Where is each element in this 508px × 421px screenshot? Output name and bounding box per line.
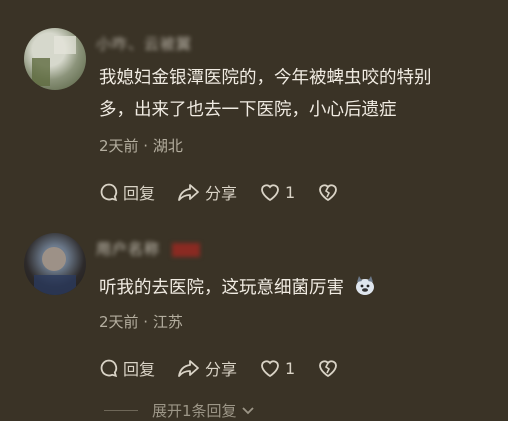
divider <box>104 410 138 411</box>
share-button[interactable]: 分享 <box>177 356 237 380</box>
comment-icon <box>100 359 118 378</box>
dog-emoji-icon <box>354 275 376 295</box>
heart-icon <box>261 360 279 378</box>
chevron-down-icon <box>241 406 254 414</box>
comment-actions: 回复 分享 1 <box>99 356 365 380</box>
comment-item: 用户名称 听我的去医院，这玩意细菌厉害 2天前 · 江苏 回复 分享 1 <box>0 0 508 418</box>
like-count: 1 <box>285 358 296 378</box>
share-icon <box>178 360 199 377</box>
like-button[interactable]: 1 <box>259 358 295 378</box>
comment-text: 听我的去医院，这玩意细菌厉害 <box>99 272 494 304</box>
dislike-button[interactable] <box>317 358 343 378</box>
comment-meta: 2天前 · 江苏 <box>99 313 183 331</box>
username[interactable]: 用户名称 <box>96 238 236 258</box>
avatar[interactable] <box>24 233 86 295</box>
reply-button[interactable]: 回复 <box>99 356 155 380</box>
broken-heart-icon <box>319 360 338 378</box>
